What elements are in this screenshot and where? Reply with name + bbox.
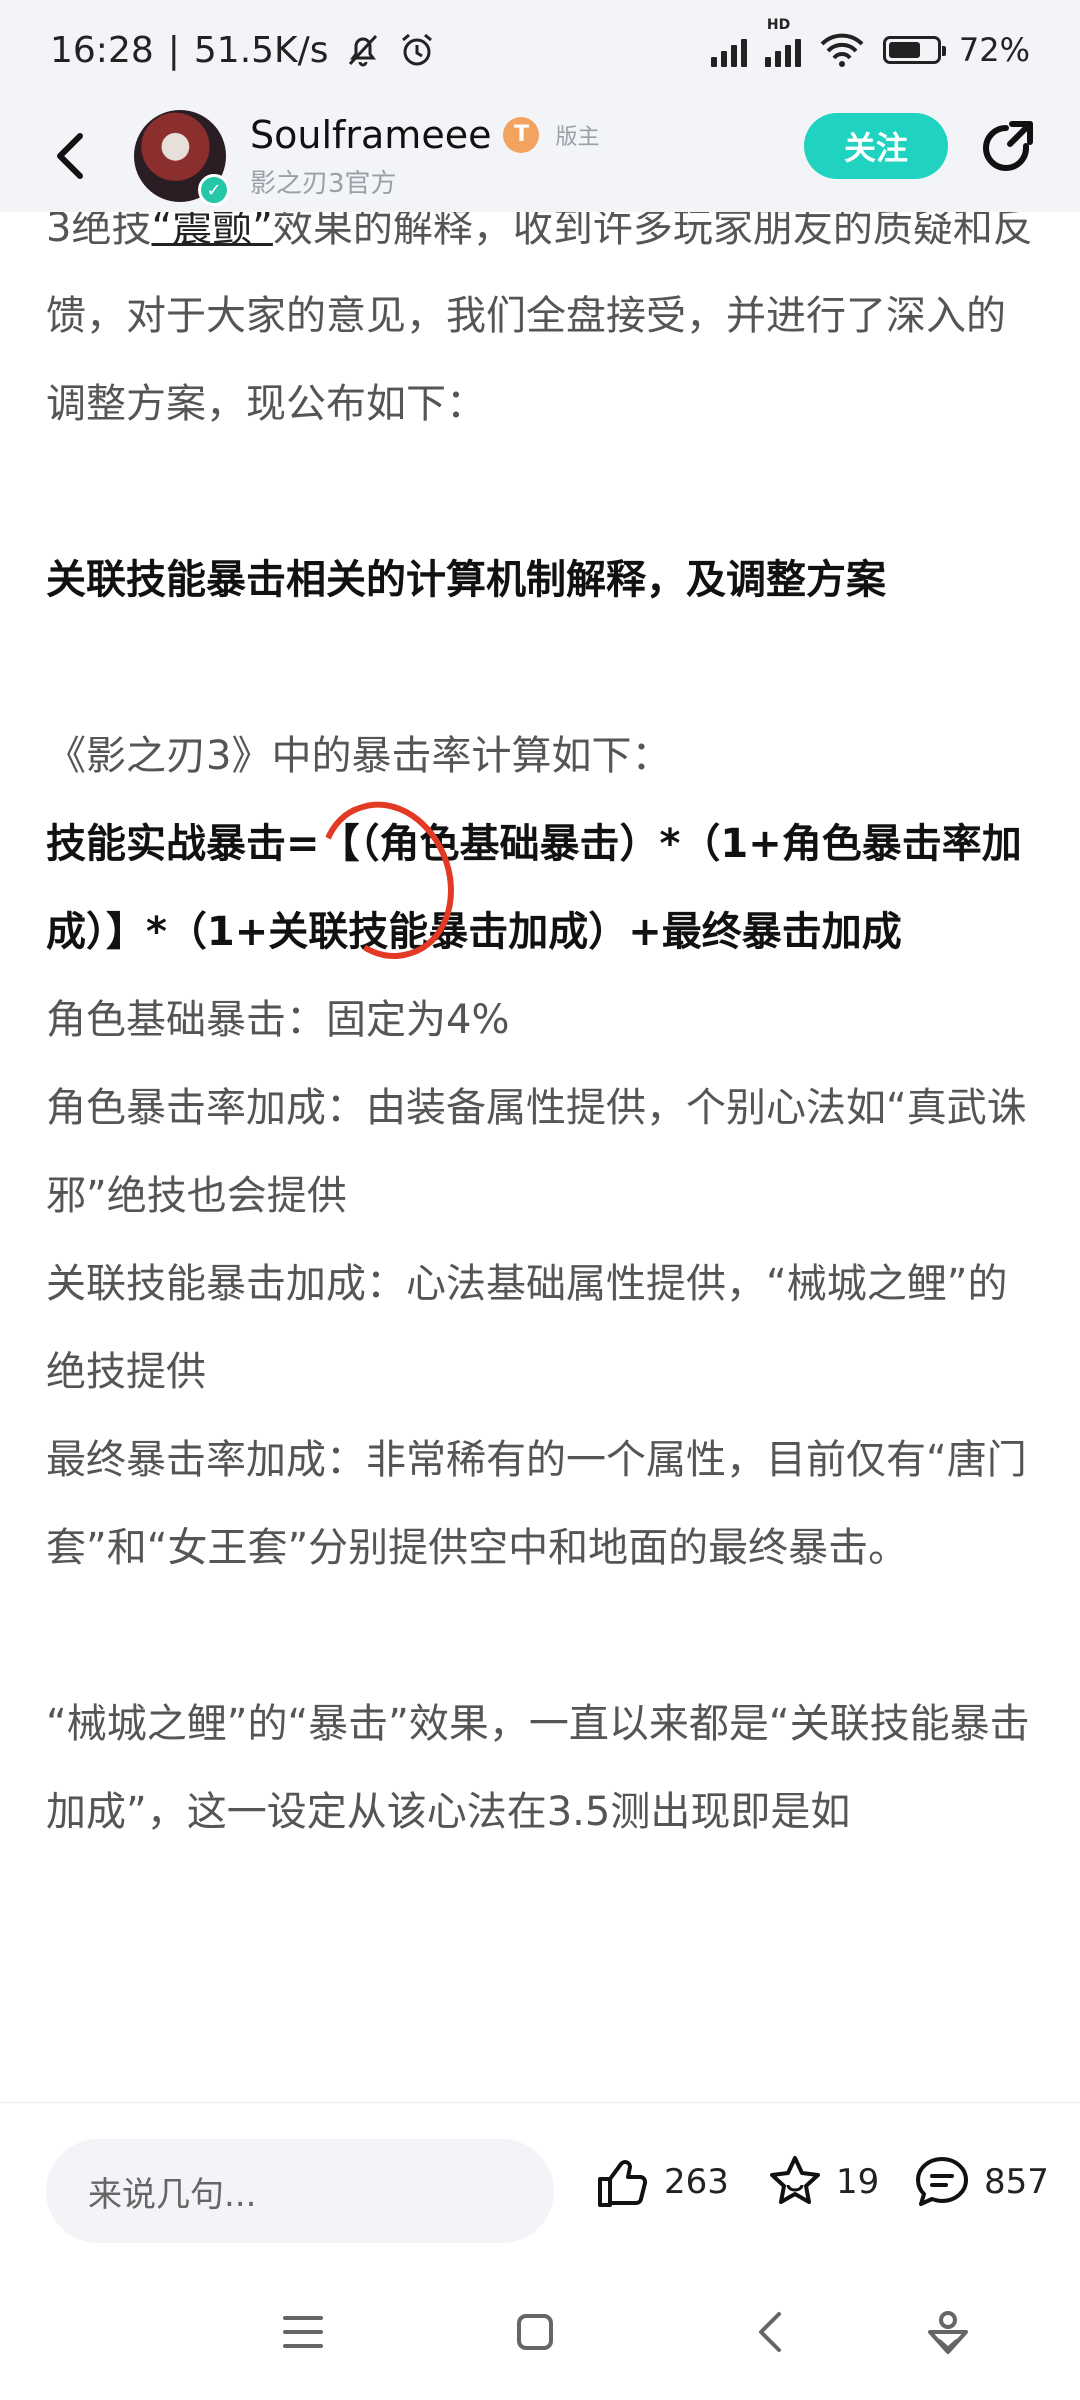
- author-info[interactable]: Soulframeee T 版主 影之刃3官方: [250, 113, 599, 200]
- follow-button[interactable]: 关注: [804, 113, 948, 179]
- like-count: 263: [664, 2162, 729, 2202]
- paragraph: 角色基础暴击：固定为4%: [46, 997, 510, 1043]
- favorite-count: 19: [836, 2162, 880, 2202]
- nav-home-button[interactable]: [505, 2302, 565, 2362]
- hd-label: HD: [766, 17, 791, 33]
- avatar[interactable]: ✓: [134, 110, 230, 206]
- post-content[interactable]: 3绝技“震颤”效果的解释，收到许多玩家朋友的质疑和反馈，对于大家的意见，我们全盘…: [0, 212, 1080, 2102]
- nav-back-button[interactable]: [740, 2302, 800, 2362]
- battery-percent: 72%: [958, 31, 1030, 69]
- share-icon[interactable]: [976, 116, 1040, 180]
- chevron-left-icon: [57, 133, 83, 179]
- paragraph: 3绝技“震颤”效果的解释，收到许多玩家朋友的质疑和反馈，对于大家的意见，我们全盘…: [46, 212, 1036, 448]
- square-icon: [517, 2314, 553, 2350]
- battery-fill: [888, 42, 921, 58]
- level-badge: T: [503, 116, 540, 153]
- favorite-button[interactable]: 19: [766, 2153, 879, 2211]
- thumbs-up-icon: [598, 2160, 648, 2207]
- paragraph: 关联技能暴击加成：心法基础属性提供，“械城之鲤”的绝技提供: [46, 1261, 1008, 1395]
- star-icon: [770, 2156, 820, 2204]
- section-heading: 关联技能暴击相关的计算机制解释，及调整方案: [46, 557, 886, 603]
- author-subtitle: 影之刃3官方: [250, 168, 397, 199]
- cell-signal-hd-icon: HD: [764, 17, 801, 67]
- action-bar: 来说几句... 263 19 857: [0, 2102, 1080, 2263]
- post-header: ✓ Soulframeee T 版主 影之刃3官方 关注: [0, 100, 1080, 212]
- status-right: HD 72%: [710, 17, 1030, 69]
- verified-badge-icon: ✓: [198, 174, 230, 206]
- like-button[interactable]: 263: [594, 2153, 729, 2211]
- mute-bell-icon: [348, 34, 377, 67]
- cell-signal-icon: [710, 33, 747, 67]
- nav-menu-button[interactable]: [273, 2302, 333, 2362]
- network-speed: 51.5K/s: [193, 29, 329, 71]
- divider: |: [167, 29, 180, 71]
- text-span: 3绝技: [46, 212, 152, 251]
- status-bar: 16:28 | 51.5K/s HD 72%: [0, 0, 1080, 100]
- wifi-icon: [820, 33, 864, 67]
- paragraph: 《影之刃3》中的暴击率计算如下：: [46, 733, 672, 779]
- menu-icon: [283, 2316, 323, 2348]
- author-name[interactable]: Soulframeee: [250, 113, 491, 157]
- back-button[interactable]: [40, 126, 100, 186]
- comment-button[interactable]: 857: [912, 2153, 1049, 2211]
- system-nav-bar: [0, 2262, 1080, 2400]
- nav-assistant-button[interactable]: [918, 2302, 978, 2362]
- status-left: 16:28 | 51.5K/s: [50, 30, 437, 71]
- paragraph: 最终暴击率加成：非常稀有的一个属性，目前仅有“唐门套”和“女王套”分别提供空中和…: [46, 1437, 1027, 1571]
- comment-count: 857: [984, 2162, 1049, 2202]
- assistant-icon: [928, 2311, 968, 2354]
- comment-input[interactable]: 来说几句...: [46, 2139, 554, 2243]
- role-tag: 版主: [555, 124, 600, 150]
- comment-bubble-icon: [916, 2157, 968, 2206]
- underlined-term: “震颤”: [151, 212, 273, 251]
- formula: 技能实战暴击=【（角色基础暴击）*（1+角色暴击率加成）】*（1+关联技能暴击加…: [46, 821, 1022, 955]
- alarm-icon: [401, 33, 432, 66]
- clock: 16:28: [50, 29, 154, 71]
- paragraph: “械城之鲤”的“暴击”效果，一直以来都是“关联技能暴击加成”，这一设定从该心法在…: [46, 1701, 1030, 1835]
- chevron-left-icon: [759, 2312, 781, 2352]
- paragraph: 角色暴击率加成：由装备属性提供，个别心法如“真武诛邪”绝技也会提供: [46, 1085, 1027, 1219]
- battery-icon: [882, 36, 946, 64]
